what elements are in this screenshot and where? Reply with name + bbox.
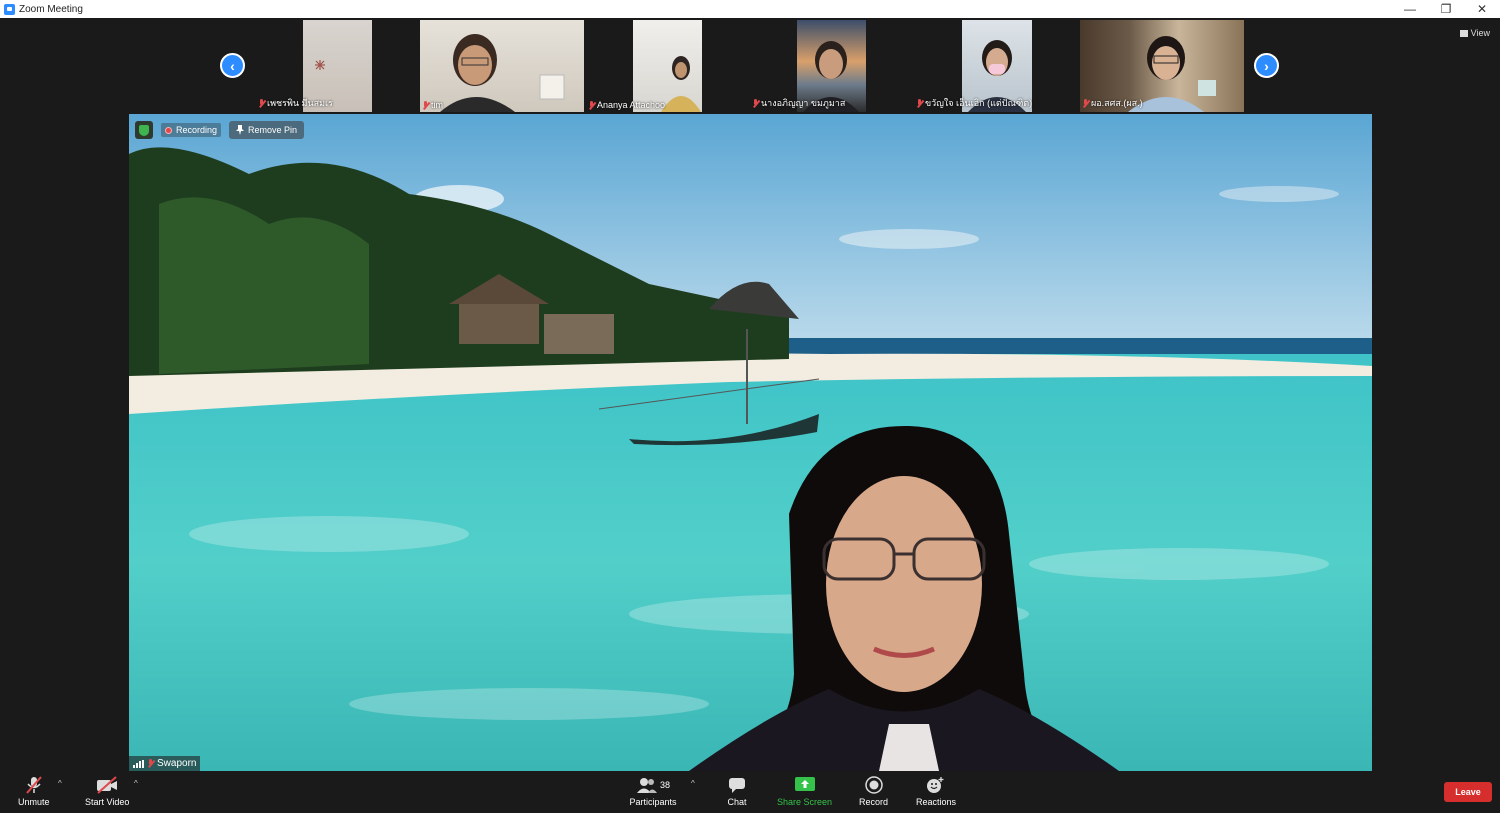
participant-name: Ananya Attachoo: [597, 100, 666, 110]
prev-page-button[interactable]: ‹: [220, 53, 245, 78]
audio-options-caret-icon[interactable]: ^: [58, 779, 62, 788]
participants-icon: 38: [628, 775, 678, 795]
reactions-label: Reactions: [916, 797, 957, 807]
speaker-name: Swaporn: [157, 758, 197, 769]
remove-pin-button[interactable]: Remove Pin: [229, 121, 305, 139]
reactions-button[interactable]: Reactions: [916, 775, 956, 807]
participant-tile[interactable]: tim: [420, 20, 584, 112]
minimize-button[interactable]: —: [1392, 0, 1428, 18]
grid-view-icon: [1459, 29, 1468, 37]
mic-muted-icon: [422, 100, 429, 110]
restore-button[interactable]: ❐: [1428, 0, 1464, 18]
person-silhouette-icon: [661, 56, 701, 112]
signal-strength-icon: [133, 759, 144, 768]
recording-label: Recording: [176, 125, 218, 135]
gallery-strip: ‹ เพชรพิน มีนสมเร tim Ananya Attachoo นา…: [0, 18, 1500, 114]
participant-tile[interactable]: เพชรพิน มีนสมเร: [256, 20, 418, 112]
participant-name-label: ขวัญใจ เอ็นเอิก (แต่ปัณฑิต): [916, 96, 1032, 110]
next-page-button[interactable]: ›: [1254, 53, 1279, 78]
view-button[interactable]: View: [1459, 28, 1490, 38]
participant-name: เพชรพิน มีนสมเร: [267, 98, 333, 108]
pin-icon: [236, 125, 245, 135]
close-button[interactable]: ✕: [1464, 0, 1500, 18]
participant-name: นางอภิญญา ขมภูมาส: [761, 98, 846, 108]
view-label: View: [1470, 28, 1490, 38]
person-silhouette-icon: [440, 34, 565, 112]
participants-label: Participants: [629, 797, 677, 807]
mic-muted-icon: [752, 98, 759, 108]
participant-video: [420, 20, 584, 112]
participant-name-label: tim: [422, 100, 443, 110]
record-label: Record: [859, 797, 889, 807]
start-video-button[interactable]: Start Video: [85, 775, 129, 807]
share-screen-icon: [793, 775, 817, 795]
unmute-label: Unmute: [18, 797, 50, 807]
leave-button[interactable]: Leave: [1444, 782, 1492, 802]
mic-muted-icon: [588, 100, 595, 110]
participant-tile[interactable]: นางอภิญญา ขมภูมาส: [750, 20, 912, 112]
share-screen-button[interactable]: Share Screen: [777, 775, 832, 807]
zoom-app-icon: [4, 3, 15, 15]
share-screen-label: Share Screen: [777, 797, 833, 807]
participant-name: ผอ.สศส.(ผส.): [1091, 98, 1143, 108]
participant-name-label: นางอภิญญา ขมภูมาส: [752, 96, 845, 110]
virtual-background-beach: [129, 114, 1372, 771]
chevron-left-icon: ‹: [230, 57, 235, 74]
participant-name-label: Ananya Attachoo: [588, 100, 665, 110]
window-controls: — ❐ ✕: [1392, 0, 1500, 18]
participant-tile[interactable]: Ananya Attachoo: [586, 20, 748, 112]
remove-pin-label: Remove Pin: [248, 125, 298, 135]
participant-name: tim: [431, 100, 443, 110]
chat-label: Chat: [727, 797, 747, 807]
mic-muted-icon: [22, 775, 46, 795]
participant-tile[interactable]: ขวัญใจ เอ็นเอิก (แต่ปัณฑิต): [914, 20, 1078, 112]
participants-options-caret-icon[interactable]: ^: [691, 779, 695, 788]
unmute-button[interactable]: Unmute: [18, 775, 50, 807]
start-video-label: Start Video: [85, 797, 130, 807]
speaker-name-label: Swaporn: [129, 756, 201, 771]
record-icon: [862, 775, 886, 795]
window-title: Zoom Meeting: [19, 3, 83, 15]
participant-name: ขวัญใจ เอ็นเอิก (แต่ปัณฑิต): [925, 98, 1033, 108]
participant-name-label: เพชรพิน มีนสมเร: [258, 96, 333, 110]
chat-button[interactable]: Chat: [725, 775, 749, 807]
video-options-caret-icon[interactable]: ^: [134, 779, 138, 788]
recording-dot-icon: [165, 126, 172, 134]
participant-tile[interactable]: ผอ.สศส.(ผส.): [1080, 20, 1244, 112]
participant-video: [633, 20, 702, 112]
mic-muted-icon: [147, 759, 154, 768]
video-off-icon: [95, 775, 119, 795]
emoji-reaction-icon: [924, 775, 948, 795]
participants-button[interactable]: 38 Participants: [628, 775, 678, 807]
meeting-badges: Recording Remove Pin: [135, 121, 305, 139]
mic-muted-icon: [1082, 98, 1089, 108]
main-video: Recording Remove Pin Swaporn: [129, 114, 1372, 771]
participants-count: 38: [659, 780, 670, 790]
chat-icon: [725, 775, 749, 795]
encryption-shield-icon[interactable]: [135, 121, 153, 139]
recording-indicator[interactable]: Recording: [161, 123, 222, 137]
mic-muted-icon: [258, 98, 265, 108]
participant-name-label: ผอ.สศส.(ผส.): [1082, 96, 1143, 110]
meeting-toolbar: Unmute ^ Start Video ^ 38 Participants ^…: [0, 771, 1500, 813]
chevron-right-icon: ›: [1264, 57, 1269, 74]
title-bar: Zoom Meeting — ❐ ✕: [0, 0, 1500, 18]
mic-muted-icon: [916, 98, 923, 108]
record-button[interactable]: Record: [859, 775, 888, 807]
